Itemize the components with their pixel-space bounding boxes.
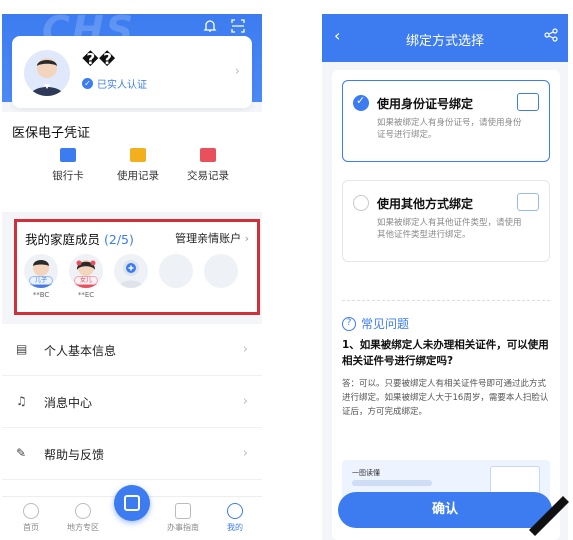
radio-selected-icon (353, 94, 369, 111)
menu-item-personal-info[interactable]: ▤ 个人基本信息 › (2, 324, 262, 376)
member-name: **EC (77, 291, 95, 299)
usage-record-button[interactable]: 使用记录 (108, 148, 168, 183)
binding-options-panel: 使用身份证号绑定 如果被绑定人有身份证号，请使用身份证号进行绑定。 使用其他方式… (332, 70, 560, 540)
corner-watermark-icon (529, 496, 569, 536)
daughter-avatar: 女儿 (69, 254, 103, 288)
tab-home[interactable]: 首页 (6, 503, 56, 533)
guide-icon (175, 503, 191, 519)
bell-icon: ♫ (16, 394, 27, 408)
transaction-record-button[interactable]: 交易记录 (178, 148, 238, 183)
empty-member-slot[interactable] (203, 254, 239, 299)
chevron-right-icon: › (242, 342, 248, 357)
usage-record-label: 使用记录 (117, 170, 159, 182)
family-title: 我的家庭成员 (2/5) (25, 229, 134, 248)
bank-card-button[interactable]: 银行卡 (38, 148, 98, 183)
manage-family-label: 管理亲情账户 (175, 232, 242, 245)
tab-label: 办事指南 (167, 523, 199, 532)
radio-unselected-icon (353, 195, 369, 211)
member-list: 儿子 **BC 女儿 **EC (23, 254, 239, 299)
option-id-card[interactable]: 使用身份证号绑定 如果被绑定人有身份证号，请使用身份证号进行绑定。 (342, 80, 550, 162)
faq-heading-label: 常见问题 (361, 317, 410, 331)
banner-text-placeholder (352, 480, 432, 486)
avatar (24, 50, 70, 96)
family-title-text: 我的家庭成员 (25, 232, 101, 247)
user-icon (227, 503, 243, 519)
chevron-right-icon: › (234, 64, 240, 79)
empty-slot-circle (204, 254, 238, 288)
verify-status: ✓ 已实人认证 (82, 76, 147, 91)
son-avatar: 儿子 (24, 254, 58, 288)
member-daughter[interactable]: 女儿 **EC (68, 254, 104, 299)
chevron-right-icon: › (242, 394, 248, 409)
confirm-button[interactable]: 确认 (338, 492, 552, 528)
menu-item-label: 帮助与反馈 (44, 448, 105, 462)
banner-title: 一图读懂 (352, 469, 380, 477)
chevron-right-icon: › (242, 446, 248, 461)
personal-info-icon: ▤ (16, 342, 28, 356)
menu-item-label: 个人基本信息 (44, 344, 117, 358)
nav-bar: ‹ 绑定方式选择 (322, 14, 568, 62)
binding-method-screen: ‹ 绑定方式选择 使用身份证号绑定 如果被绑定人有身份证号，请使用身份证号进行绑… (322, 14, 568, 540)
home-shield-icon (23, 503, 39, 519)
transaction-record-label: 交易记录 (187, 170, 229, 182)
tab-label: 首页 (23, 523, 39, 532)
certificate-title: 医保电子凭证 (12, 126, 91, 141)
screenshot-stage: CHS �� ✓ 已实人认证 › 医保电子凭证 银行卡 使用记录 交易记录 我的… (0, 0, 573, 540)
option-title: 使用身份证号绑定 (377, 97, 474, 111)
member-tag: 儿子 (29, 276, 53, 285)
document-search-icon (517, 193, 539, 211)
insurance-certificate-section: 医保电子凭证 银行卡 使用记录 交易记录 (2, 112, 262, 212)
add-member-button[interactable] (113, 254, 149, 299)
usage-record-icon (130, 148, 146, 162)
id-card-icon (517, 93, 539, 111)
member-name: **BC (32, 291, 50, 299)
qr-code-icon (124, 495, 140, 511)
family-members-section: 我的家庭成员 (2/5) 管理亲情账户 › 儿子 **BC 女儿 **EC (14, 219, 260, 315)
my-page-screen: CHS �� ✓ 已实人认证 › 医保电子凭证 银行卡 使用记录 交易记录 我的… (2, 14, 262, 540)
empty-member-slot[interactable] (158, 254, 194, 299)
faq-answer: 答：可以。只要被绑定人有相关证件号即可通过此方式进行绑定。如果被绑定人大于16周… (342, 379, 549, 417)
location-icon (75, 503, 91, 519)
option-other-method[interactable]: 使用其他方式绑定 如果被绑定人有其他证件类型，请使用其他证件类型进行绑定。 (342, 180, 550, 262)
user-nickname: �� (82, 50, 116, 68)
empty-slot-circle (159, 254, 193, 288)
member-son[interactable]: 儿子 **BC (23, 254, 59, 299)
option-desc: 如果被绑定人有身份证号，请使用身份证号进行绑定。 (377, 118, 522, 140)
option-title: 使用其他方式绑定 (377, 197, 474, 211)
question-icon: ? (342, 316, 356, 331)
manage-family-link[interactable]: 管理亲情账户 › (175, 230, 249, 246)
tab-guide[interactable]: 办事指南 (158, 503, 208, 533)
certificate-actions: 银行卡 使用记录 交易记录 (38, 148, 238, 183)
family-count: (2/5) (104, 232, 134, 247)
bank-card-label: 银行卡 (52, 170, 84, 182)
tab-label: 我的 (227, 523, 243, 532)
chevron-right-icon: › (244, 232, 249, 245)
tab-local-zone[interactable]: 地方专区 (58, 503, 108, 533)
menu-item-message-center[interactable]: ♫ 消息中心 › (2, 376, 262, 428)
pen-icon: ✎ (16, 446, 27, 460)
bottom-tab-bar: 首页 地方专区 办事指南 我的 (2, 485, 262, 540)
qr-code-button[interactable] (114, 485, 150, 521)
add-member-avatar (114, 254, 148, 288)
tab-mine[interactable]: 我的 (210, 503, 260, 533)
faq-question: 1、如果被绑定人未办理相关证件，可以使用相关证件号进行绑定吗? (342, 339, 549, 367)
share-icon[interactable] (544, 28, 558, 42)
page-title: 绑定方式选择 (405, 34, 484, 49)
menu-item-label: 消息中心 (44, 396, 93, 410)
tab-label: 地方专区 (67, 523, 99, 532)
scan-icon[interactable] (230, 18, 246, 34)
bank-card-icon (60, 148, 76, 162)
faq-heading: ? 常见问题 (342, 315, 409, 332)
profile-card[interactable]: �� ✓ 已实人认证 › (12, 36, 252, 108)
faq-section: ? 常见问题 1、如果被绑定人未办理相关证件，可以使用相关证件号进行绑定吗? 答… (342, 300, 550, 450)
member-tag: 女儿 (74, 276, 98, 285)
menu-item-help-feedback[interactable]: ✎ 帮助与反馈 › (2, 428, 262, 480)
option-desc: 如果被绑定人有其他证件类型，请使用其他证件类型进行绑定。 (377, 218, 522, 240)
verified-check-icon: ✓ (82, 78, 93, 89)
transaction-record-icon (200, 148, 216, 162)
verify-label: 已实人认证 (97, 80, 147, 91)
bell-icon[interactable] (202, 18, 218, 34)
